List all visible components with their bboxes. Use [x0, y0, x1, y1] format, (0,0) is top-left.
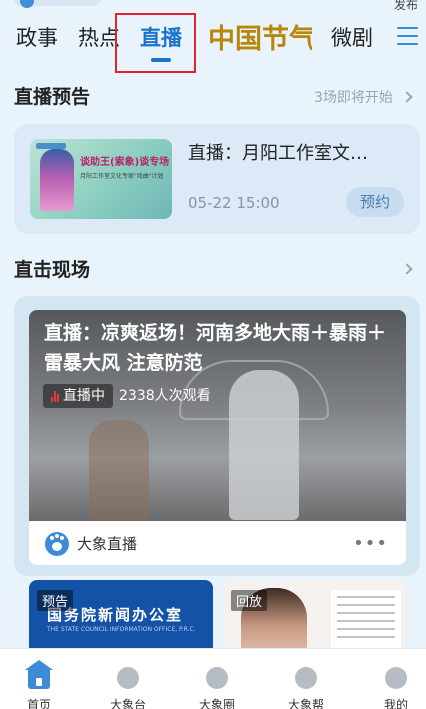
live-card-footer: 大象直播 ••• [29, 521, 406, 565]
live-bars-icon [51, 390, 59, 402]
paw-icon [45, 532, 69, 556]
reserve-button[interactable]: 预约 [346, 187, 404, 217]
nav-dx-tv[interactable]: 大象台 [98, 649, 158, 709]
live-status-badge: 直播中 [43, 384, 113, 408]
profile-icon [385, 667, 407, 689]
mini-card-replay[interactable]: 回放 [223, 580, 407, 648]
more-options-icon[interactable]: ••• [353, 533, 388, 554]
nav-label: 首页 [26, 698, 51, 709]
replay-tag: 回放 [231, 590, 268, 611]
live-status-text: 直播中 [63, 388, 105, 404]
raincoat-figure [229, 370, 299, 520]
section-title-live: 直击现场 [14, 259, 91, 281]
nav-dx-circle[interactable]: 大象圈 [187, 649, 247, 709]
source-name[interactable]: 大象直播 [77, 533, 137, 554]
dx-tv-icon [117, 667, 139, 689]
preview-title[interactable]: 直播：月阳工作室文… [188, 139, 368, 165]
tab-politics[interactable]: 政事 [16, 22, 58, 52]
chevron-right-icon[interactable] [401, 263, 413, 275]
chevron-right-icon[interactable] [401, 91, 413, 103]
top-tab-bar: 发布 政事 热点 直播 中国节气 微剧 [0, 0, 426, 76]
nav-label: 大象圈 [198, 698, 235, 709]
nav-profile[interactable]: 我的 [366, 649, 426, 709]
nav-home[interactable]: 首页 [9, 649, 69, 709]
preview-more-link[interactable]: 3场即将开始 [314, 87, 393, 107]
refresh-help-icon [295, 667, 317, 689]
nav-label: 大象台 [109, 698, 146, 709]
preview-tag: 预告 [37, 590, 74, 611]
hamburger-menu-icon[interactable] [397, 27, 418, 45]
tab-solar-terms: 中国节气 [208, 24, 312, 55]
pedestrian-figure [89, 420, 149, 520]
app-logo-icon [20, 0, 34, 8]
tab-micro-drama[interactable]: 微剧 [331, 22, 373, 52]
tab-hot[interactable]: 热点 [78, 22, 120, 52]
home-icon [25, 660, 53, 689]
live-title: 直播：凉爽返场！河南多地大雨＋暴雨＋雷暴大风 注意防范 [44, 322, 387, 374]
thumb-title: 谈助王(索象)谈专场 [80, 157, 170, 168]
nav-label: 大象帮 [287, 698, 324, 709]
preview-time: 05-22 15:00 [188, 194, 280, 212]
china-solar-terms-logo[interactable]: 中国节气 [206, 18, 312, 56]
opera-figure [40, 149, 74, 211]
mini-card-subtitle: THE STATE COUNCIL INFORMATION OFFICE, P.… [47, 626, 196, 633]
bottom-nav: 首页 大象台 大象圈 大象帮 我的 [0, 648, 426, 709]
highlight-box [115, 13, 196, 73]
section-title-preview: 直播预告 [14, 86, 91, 108]
live-stream-image[interactable]: 直播：凉爽返场！河南多地大雨＋暴雨＋雷暴大风 注意防范 直播中 2338人次观看 [29, 310, 406, 521]
publish-button[interactable]: 发布 [394, 0, 418, 13]
nav-dx-help[interactable]: 大象帮 [276, 649, 336, 709]
nav-label: 我的 [383, 698, 408, 709]
live-preview-card[interactable]: 谈助王(索象)谈专场 月阳工作室文化专家"戏曲"计划 直播：月阳工作室文… 05… [14, 124, 420, 234]
view-count: 2338人次观看 [119, 388, 211, 404]
mini-card-preview[interactable]: 国务院新闻办公室 THE STATE COUNCIL INFORMATION O… [29, 580, 213, 648]
document-thumbnail [331, 590, 401, 648]
thumb-subtitle: 月阳工作室文化专家"戏曲"计划 [80, 173, 164, 180]
paw-icon [206, 667, 228, 689]
preview-thumbnail: 谈助王(索象)谈专场 月阳工作室文化专家"戏曲"计划 [30, 139, 172, 219]
